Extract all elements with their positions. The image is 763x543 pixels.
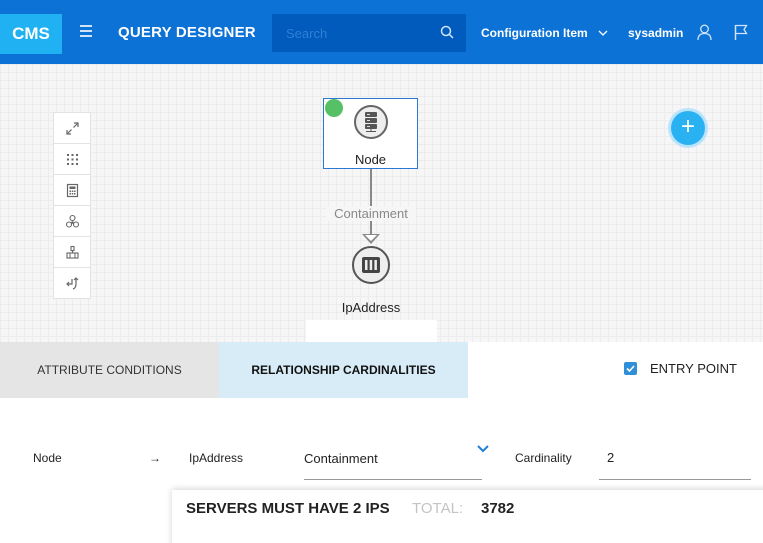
cardinality-input[interactable] [607, 450, 727, 465]
ci-type-dropdown[interactable]: Configuration Item [481, 26, 608, 40]
search-input[interactable] [286, 23, 436, 43]
relationship-from: Node [33, 451, 62, 465]
chevron-down-icon[interactable] [476, 444, 490, 454]
relationship-to: IpAddress [189, 451, 244, 465]
layout-icon[interactable] [53, 236, 91, 268]
entry-point-checkbox[interactable]: ENTRY POINT [624, 361, 737, 376]
reroute-icon[interactable] [53, 267, 91, 299]
relationship-arrow-icon: → [149, 451, 161, 465]
edge-arrow-icon [362, 234, 380, 244]
entry-point-indicator [325, 99, 343, 117]
cms-logo[interactable]: CMS [0, 14, 62, 54]
app: CMS QUERY DESIGNER Configuration Item sy… [0, 0, 763, 543]
expand-icon[interactable] [53, 112, 91, 144]
top-bar: CMS QUERY DESIGNER Configuration Item sy… [0, 0, 763, 64]
page-title: QUERY DESIGNER [118, 24, 256, 41]
ip-address-icon[interactable] [352, 246, 390, 284]
relationship-label[interactable]: Containment [326, 206, 416, 221]
relationship-edge[interactable] [370, 169, 372, 237]
search-box [272, 14, 466, 52]
relationship-type-select[interactable]: Containment [304, 446, 482, 480]
server-icon[interactable] [354, 105, 388, 139]
calculator-icon[interactable] [53, 174, 91, 206]
ci-type-label: Configuration Item [481, 26, 588, 40]
grid-icon[interactable] [53, 143, 91, 175]
total-label: TOTAL: [412, 500, 464, 517]
result-panel: SERVERS MUST HAVE 2 IPS TOTAL: 3782 [172, 490, 763, 543]
relationship-type-value: Containment [304, 451, 378, 466]
query-name: SERVERS MUST HAVE 2 IPS [186, 500, 390, 517]
canvas-toolbar [53, 112, 91, 299]
tab-relationship-cardinalities[interactable]: RELATIONSHIP CARDINALITIES [219, 342, 468, 398]
entry-point-label: ENTRY POINT [650, 361, 737, 376]
cardinality-field[interactable] [599, 446, 751, 480]
canvas-gap [306, 320, 437, 342]
node-label: Node [354, 152, 387, 167]
cardinality-label: Cardinality [515, 451, 572, 465]
search-icon[interactable] [440, 25, 454, 39]
total-count: 3782 [481, 500, 515, 517]
tab-attribute-conditions[interactable]: ATTRIBUTE CONDITIONS [0, 342, 219, 398]
username[interactable]: sysadmin [628, 26, 683, 40]
hierarchy-icon[interactable] [53, 205, 91, 237]
hamburger-menu-icon[interactable] [80, 25, 92, 37]
user-icon[interactable] [697, 24, 712, 41]
checkbox-checked-icon[interactable] [624, 362, 637, 375]
flag-icon[interactable] [734, 24, 748, 40]
add-node-button[interactable]: + [671, 111, 705, 145]
chevron-down-icon [598, 30, 608, 36]
ipaddress-node-label: IpAddress [341, 300, 401, 315]
